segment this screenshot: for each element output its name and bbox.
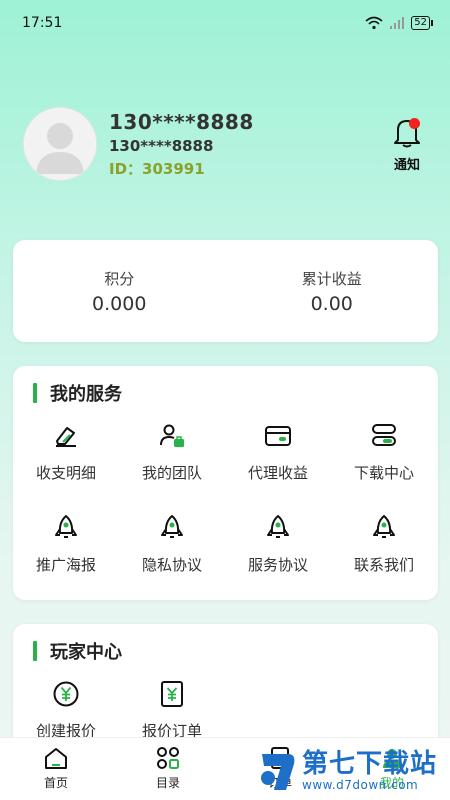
earnings-stat[interactable]: 累计收益 0.00 — [226, 268, 439, 315]
services-card: 我的服务 收支明细 我的团队 代理收益 下载中心 推广海报 隐私协议 服务协议 … — [13, 366, 438, 600]
status-icons: 52 — [365, 16, 433, 30]
service-item-my-team[interactable]: 我的团队 — [119, 416, 225, 508]
earnings-label: 累计收益 — [301, 269, 362, 288]
yuan-circle-icon — [53, 681, 79, 707]
team-icon — [160, 424, 184, 447]
status-time: 17:51 — [22, 15, 63, 31]
notification-dot — [409, 118, 420, 129]
services-title-text: 我的服务 — [50, 384, 122, 405]
profile-header: 130****8888 130****8888 ID：303991 — [24, 108, 254, 180]
nav-home-label: 首页 — [43, 776, 68, 790]
signal-icon — [390, 17, 405, 29]
player-center-title-text: 玩家中心 — [50, 642, 122, 663]
yuan-doc-icon — [161, 681, 183, 707]
rocket-icon — [373, 515, 395, 538]
nav-profile[interactable]: 我的 — [336, 738, 448, 800]
rocket-icon — [161, 515, 183, 538]
nav-orders[interactable]: 订单 — [224, 738, 336, 800]
service-item-privacy-policy[interactable]: 隐私协议 — [119, 508, 225, 600]
home-icon — [45, 748, 67, 769]
service-item-label: 服务协议 — [247, 556, 308, 574]
service-item-label: 推广海报 — [35, 556, 96, 574]
points-stat[interactable]: 积分 0.000 — [13, 268, 226, 315]
rocket-icon — [267, 515, 289, 538]
profile-icon — [383, 749, 401, 768]
title-accent-bar — [33, 383, 37, 403]
service-item-download-center[interactable]: 下载中心 — [331, 416, 437, 508]
battery-indicator: 52 — [411, 16, 433, 30]
service-item-income-detail[interactable]: 收支明细 — [13, 416, 119, 508]
service-item-label: 联系我们 — [353, 556, 414, 574]
services-title: 我的服务 — [13, 366, 438, 406]
status-bar: 17:51 52 — [0, 0, 450, 46]
points-label: 积分 — [104, 269, 135, 288]
rocket-icon — [55, 515, 77, 538]
player-center-title: 玩家中心 — [13, 624, 438, 664]
earnings-value: 0.00 — [310, 292, 353, 315]
stats-card: 积分 0.000 累计收益 0.00 — [13, 240, 438, 342]
service-item-label: 隐私协议 — [141, 556, 202, 574]
points-value: 0.000 — [92, 292, 147, 315]
avatar[interactable] — [24, 108, 96, 180]
nav-catalog-label: 目录 — [155, 776, 180, 790]
bottom-nav: 首页 目录 订单 我的 — [0, 737, 450, 800]
service-item-label: 代理收益 — [247, 464, 308, 482]
wifi-icon — [365, 16, 383, 30]
service-item-label: 收支明细 — [35, 464, 96, 482]
nav-catalog[interactable]: 目录 — [112, 738, 224, 800]
download-icon — [372, 424, 396, 446]
user-id: ID：303991 — [109, 159, 205, 178]
nav-profile-label: 我的 — [379, 776, 404, 790]
service-item-agent-earnings[interactable]: 代理收益 — [225, 416, 331, 508]
service-item-service-agreement[interactable]: 服务协议 — [225, 508, 331, 600]
notification-button[interactable]: 通知 — [390, 116, 424, 173]
card-icon — [265, 426, 291, 446]
service-item-promo-poster[interactable]: 推广海报 — [13, 508, 119, 600]
user-name: 130****8888 — [109, 109, 254, 134]
nav-home[interactable]: 首页 — [0, 738, 112, 800]
title-accent-bar — [33, 641, 37, 661]
user-phone: 130****8888 — [109, 136, 214, 155]
service-item-contact-us[interactable]: 联系我们 — [331, 508, 437, 600]
default-avatar-icon — [24, 108, 96, 180]
order-icon — [271, 747, 289, 769]
notification-label: 通知 — [393, 158, 420, 173]
tag-icon — [56, 427, 76, 447]
nav-orders-label: 订单 — [267, 776, 292, 790]
catalog-icon — [157, 747, 179, 769]
service-item-label: 我的团队 — [141, 464, 202, 482]
service-item-label: 下载中心 — [353, 464, 414, 482]
